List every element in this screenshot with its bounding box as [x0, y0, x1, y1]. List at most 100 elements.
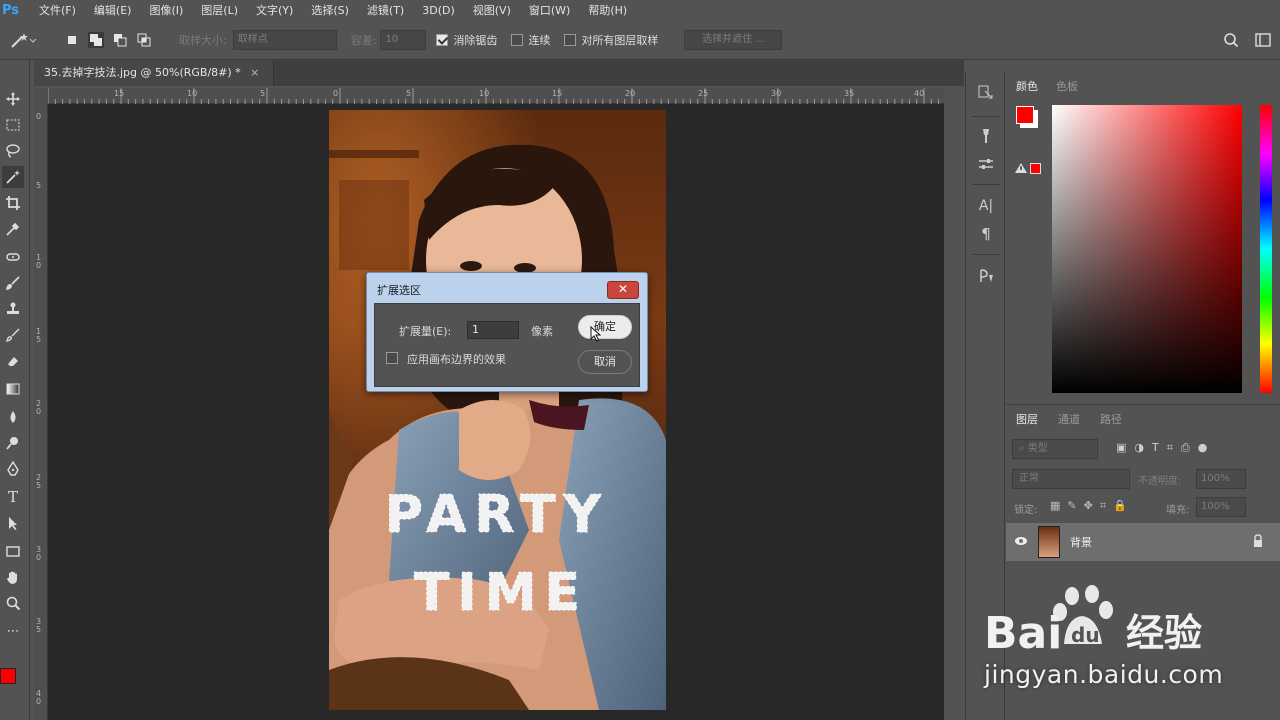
document-tab[interactable]: 35.去掉字技法.jpg @ 50%(RGB/8#) * × — [34, 60, 274, 86]
stamp-tool-icon[interactable] — [2, 298, 24, 320]
dodge-tool-icon[interactable] — [2, 432, 24, 454]
menu-image[interactable]: 图像(I) — [140, 2, 192, 18]
menu-file[interactable]: 文件(F) — [30, 2, 85, 18]
tab-layers[interactable]: 图层 — [1016, 411, 1038, 427]
menu-bar: Ps 文件(F) 编辑(E) 图像(I) 图层(L) 文字(Y) 选择(S) 滤… — [0, 0, 1280, 20]
tab-paths[interactable]: 路径 — [1100, 411, 1122, 427]
contiguous-checkbox[interactable] — [511, 33, 524, 46]
ruler-label: 0 — [36, 112, 42, 121]
sample-size-label: 取样大小: — [179, 33, 227, 47]
pen-tool-icon[interactable] — [2, 458, 24, 480]
ruler-label: 15 — [114, 89, 125, 98]
cancel-button[interactable]: 取消 — [578, 350, 632, 374]
menu-window[interactable]: 窗口(W) — [520, 2, 579, 18]
history-panel-icon[interactable] — [976, 82, 996, 102]
glyphs-panel-icon[interactable] — [976, 266, 996, 286]
document-image[interactable]: PARTY TIME — [329, 110, 666, 710]
layer-name: 背景 — [1070, 536, 1092, 549]
search-icon[interactable] — [1222, 31, 1240, 49]
zoom-tool-icon[interactable] — [2, 592, 24, 614]
tab-channels[interactable]: 通道 — [1058, 411, 1080, 427]
layer-thumbnail — [1038, 526, 1060, 558]
vertical-ruler[interactable]: 0 5 1 0 1 5 2 0 2 5 3 0 3 5 4 0 — [34, 104, 48, 720]
gamut-warning-icon[interactable] — [1014, 162, 1028, 174]
layer-row-background[interactable]: 背景 — [1006, 523, 1280, 561]
ruler-label: 30 — [771, 89, 782, 98]
crop-tool-icon[interactable] — [2, 192, 24, 214]
fill-label: 填充: — [1166, 505, 1190, 516]
move-tool-icon[interactable] — [2, 88, 24, 110]
dialog-close-button[interactable]: ✕ — [607, 281, 639, 299]
photo-illustration: PARTY TIME — [329, 110, 666, 710]
contiguous-label: 连续 — [528, 33, 551, 47]
ruler-label: 1 5 — [36, 327, 42, 344]
baidu-logo: Bai du 经验 — [984, 585, 1202, 659]
all-layers-checkbox[interactable] — [564, 33, 577, 46]
healing-tool-icon[interactable] — [2, 246, 24, 268]
lock-icons[interactable]: ▦✎✥⌗🔒 — [1050, 499, 1134, 513]
menu-edit[interactable]: 编辑(E) — [85, 2, 141, 18]
subtract-selection-icon[interactable] — [112, 32, 128, 48]
type-tool-icon[interactable]: T — [2, 486, 24, 508]
adjustments-icon[interactable] — [976, 154, 996, 174]
color-picker-field[interactable] — [1052, 105, 1242, 393]
blur-tool-icon[interactable] — [2, 406, 24, 428]
menu-type[interactable]: 文字(Y) — [247, 2, 302, 18]
fill-input[interactable]: 100% — [1196, 497, 1246, 517]
ok-button[interactable]: 确定 — [578, 315, 632, 339]
hand-tool-icon[interactable] — [2, 566, 24, 588]
select-and-mask-button[interactable]: 选择并遮住 ... — [684, 29, 783, 50]
magic-wand-tool-icon[interactable] — [2, 166, 24, 188]
history-brush-icon[interactable] — [2, 324, 24, 346]
tab-swatches[interactable]: 色板 — [1056, 78, 1078, 94]
blend-mode-select[interactable]: 正常 — [1012, 469, 1130, 489]
rectangle-tool-icon[interactable] — [2, 540, 24, 562]
antialias-checkbox[interactable] — [436, 33, 449, 46]
foreground-color-swatch[interactable] — [0, 668, 16, 684]
horizontal-ruler[interactable]: 15 10 5 0 5 10 15 20 25 30 35 40 — [48, 88, 944, 104]
paragraph-panel-icon[interactable]: ¶ — [976, 224, 996, 244]
eye-icon[interactable] — [1014, 535, 1028, 547]
magic-wand-preset-icon[interactable] — [0, 25, 46, 55]
tolerance-input[interactable]: 10 — [380, 29, 427, 50]
character-panel-icon[interactable]: A| — [976, 196, 996, 216]
opacity-input[interactable]: 100% — [1196, 469, 1246, 489]
menu-3d[interactable]: 3D(D) — [413, 4, 464, 17]
path-select-icon[interactable] — [2, 512, 24, 534]
gamut-color-swatch[interactable] — [1030, 163, 1041, 174]
panel-foreground-swatch[interactable] — [1016, 106, 1034, 124]
menu-layer[interactable]: 图层(L) — [192, 2, 247, 18]
hue-slider[interactable] — [1260, 105, 1272, 393]
dialog-title: 扩展选区 — [377, 284, 421, 297]
eraser-tool-icon[interactable] — [2, 350, 24, 372]
tab-color[interactable]: 颜色 — [1016, 78, 1038, 94]
menu-filter[interactable]: 滤镜(T) — [358, 2, 413, 18]
ruler-label: 15 — [552, 89, 563, 98]
lasso-tool-icon[interactable] — [2, 140, 24, 162]
antialias-label: 消除锯齿 — [453, 33, 498, 47]
layer-filter-icons[interactable]: ▣◑T⌗⎙● — [1116, 441, 1215, 455]
menu-select[interactable]: 选择(S) — [302, 2, 358, 18]
close-tab-icon[interactable]: × — [250, 66, 259, 79]
intersect-selection-icon[interactable] — [136, 32, 152, 48]
new-selection-icon[interactable] — [64, 32, 80, 48]
ruler-label: 25 — [698, 89, 709, 98]
brush-tool-icon[interactable] — [2, 272, 24, 294]
menu-help[interactable]: 帮助(H) — [579, 2, 636, 18]
ruler-corner — [34, 88, 48, 104]
app-logo: Ps — [2, 2, 20, 18]
apply-canvas-checkbox[interactable] — [386, 352, 398, 364]
marquee-tool-icon[interactable] — [2, 114, 24, 136]
workspace-icon[interactable] — [1254, 31, 1272, 49]
brush-settings-icon[interactable] — [976, 126, 996, 146]
layer-filter-select[interactable]: ⌕ 类型 — [1012, 439, 1098, 459]
gradient-tool-icon[interactable] — [2, 378, 24, 400]
add-selection-icon[interactable] — [88, 31, 104, 48]
tab-strip — [274, 60, 964, 86]
eyedropper-tool-icon[interactable] — [2, 218, 24, 240]
more-tools-icon[interactable]: ⋯ — [2, 620, 24, 642]
expand-by-input[interactable]: 1 — [467, 321, 519, 339]
color-panel: 颜色 色板 — [1006, 72, 1280, 402]
menu-view[interactable]: 视图(V) — [464, 2, 520, 18]
sample-size-select[interactable]: 取样点 — [232, 29, 337, 50]
